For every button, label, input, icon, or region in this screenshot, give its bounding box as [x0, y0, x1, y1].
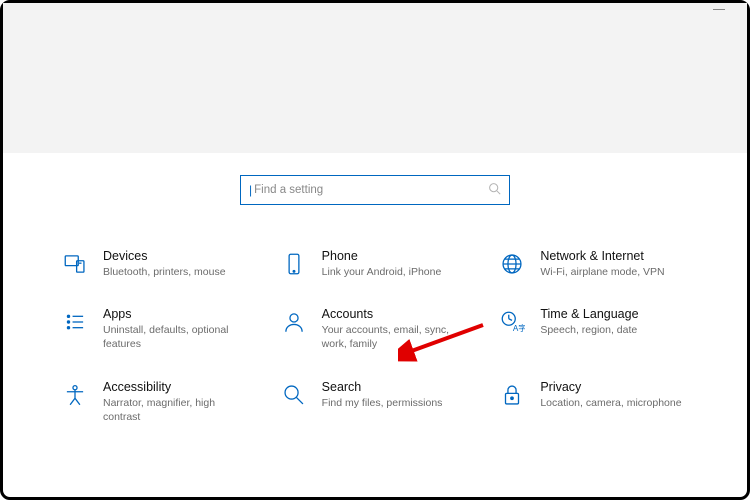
tile-sub: Your accounts, email, sync, work, family: [322, 323, 472, 351]
tile-title: Privacy: [540, 380, 681, 394]
tile-sub: Wi-Fi, airplane mode, VPN: [540, 265, 664, 279]
tile-network[interactable]: Network & Internet Wi-Fi, airplane mode,…: [498, 249, 709, 279]
tile-title: Devices: [103, 249, 226, 263]
search-tile-icon: [280, 380, 308, 408]
tile-title: Accessibility: [103, 380, 253, 394]
time-language-icon: A字: [498, 307, 526, 335]
settings-grid: Devices Bluetooth, printers, mouse Phone…: [3, 219, 747, 444]
search-placeholder: Find a setting: [254, 184, 323, 196]
devices-icon: [61, 249, 89, 277]
tile-title: Phone: [322, 249, 442, 263]
lock-icon: [498, 380, 526, 408]
tile-devices[interactable]: Devices Bluetooth, printers, mouse: [61, 249, 272, 279]
tile-title: Network & Internet: [540, 249, 664, 263]
apps-list-icon: [61, 307, 89, 335]
globe-icon: [498, 249, 526, 277]
tile-sub: Find my files, permissions: [322, 396, 443, 410]
tile-phone[interactable]: Phone Link your Android, iPhone: [280, 249, 491, 279]
tile-sub: Speech, region, date: [540, 323, 638, 337]
tile-privacy[interactable]: Privacy Location, camera, microphone: [498, 380, 709, 424]
tile-title: Time & Language: [540, 307, 638, 321]
search-input[interactable]: | Find a setting: [240, 175, 510, 205]
person-icon: [280, 307, 308, 335]
tile-title: Apps: [103, 307, 253, 321]
tile-sub: Link your Android, iPhone: [322, 265, 442, 279]
tile-sub: Bluetooth, printers, mouse: [103, 265, 226, 279]
tile-sub: Narrator, magnifier, high contrast: [103, 396, 253, 424]
search-container: | Find a setting: [3, 153, 747, 219]
tile-apps[interactable]: Apps Uninstall, defaults, optional featu…: [61, 307, 272, 351]
tile-sub: Location, camera, microphone: [540, 396, 681, 410]
accessibility-icon: [61, 380, 89, 408]
tile-title: Accounts: [322, 307, 472, 321]
tile-search[interactable]: Search Find my files, permissions: [280, 380, 491, 424]
minimize-indicator: [713, 9, 725, 10]
tile-accounts[interactable]: Accounts Your accounts, email, sync, wor…: [280, 307, 491, 351]
header-region: [3, 3, 747, 153]
svg-text:A字: A字: [513, 323, 525, 333]
tile-title: Search: [322, 380, 443, 394]
tile-time-language[interactable]: A字 Time & Language Speech, region, date: [498, 307, 709, 351]
tile-sub: Uninstall, defaults, optional features: [103, 323, 253, 351]
text-caret: |: [249, 183, 252, 197]
phone-icon: [280, 249, 308, 277]
tile-accessibility[interactable]: Accessibility Narrator, magnifier, high …: [61, 380, 272, 424]
search-icon: [488, 182, 501, 198]
